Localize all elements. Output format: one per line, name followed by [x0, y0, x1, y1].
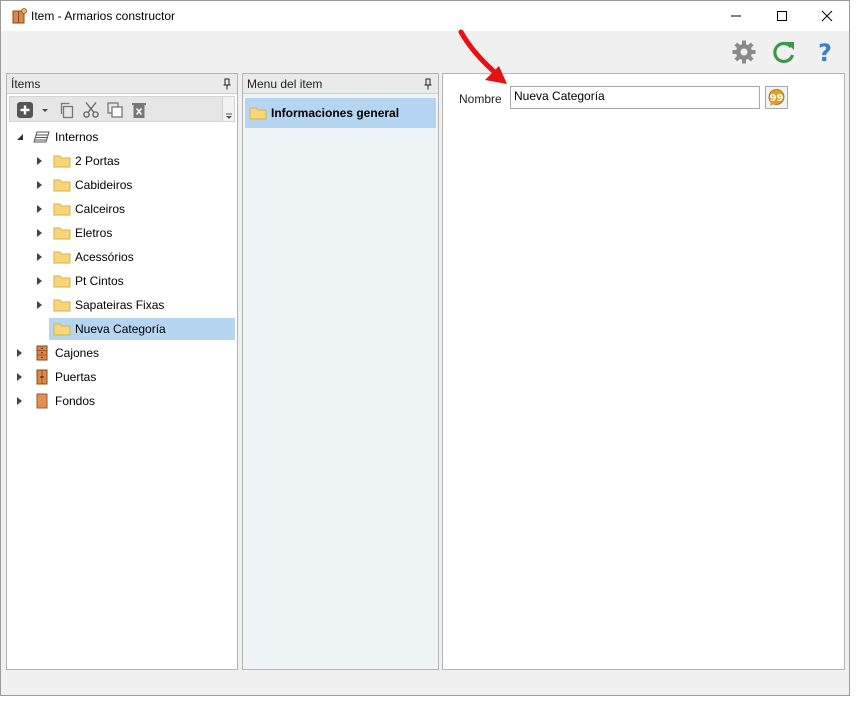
menu-item-informaciones-general[interactable]: Informaciones general	[245, 98, 436, 128]
tree-item[interactable]: Pt Cintos	[7, 270, 237, 292]
svg-text:99: 99	[770, 93, 784, 104]
folder-icon	[53, 299, 71, 312]
collapsed-arrow-icon[interactable]	[35, 252, 45, 262]
folder-icon	[249, 107, 267, 120]
tree-item[interactable]: Acessórios	[7, 246, 237, 268]
tree-item[interactable]: Internos	[7, 126, 237, 148]
tree-item[interactable]: Calceiros	[7, 198, 237, 220]
refresh-icon[interactable]	[771, 39, 797, 65]
annotation-arrow-icon	[458, 29, 507, 84]
tree-item-label: Nueva Categoría	[75, 322, 166, 336]
maximize-button[interactable]	[759, 1, 805, 31]
tree-item-label: Calceiros	[75, 202, 126, 216]
tree-item[interactable]: Eletros	[7, 222, 237, 244]
tree-item-label: Pt Cintos	[75, 274, 124, 288]
tree-item-label: Eletros	[75, 226, 113, 240]
collapsed-arrow-icon[interactable]	[35, 228, 45, 238]
folder-icon	[53, 275, 71, 288]
chevron-down-icon[interactable]	[40, 101, 50, 119]
tree-item-label: Acessórios	[75, 250, 134, 264]
folder-icon	[53, 227, 71, 240]
folder-icon	[53, 251, 71, 264]
items-panel: Ítems Internos 2 Portas Cabideiros Calce…	[6, 73, 238, 670]
minimize-button[interactable]	[713, 1, 759, 31]
help-icon[interactable]: ?	[812, 39, 838, 65]
nombre-input[interactable]: Nueva Categoría	[510, 86, 760, 109]
close-icon	[821, 10, 833, 22]
chevron-down-icon	[226, 113, 232, 119]
folder-icon	[53, 323, 71, 336]
tree-item-label: Fondos	[55, 394, 96, 408]
menu-panel: Menu del item Informaciones general	[242, 73, 439, 670]
collapsed-arrow-icon[interactable]	[35, 300, 45, 310]
panel-icon	[36, 393, 48, 409]
pin-icon[interactable]	[423, 78, 433, 90]
delete-icon[interactable]	[130, 101, 148, 119]
menu-panel-title: Menu del item	[247, 77, 323, 91]
window-title: Item - Armarios constructor	[31, 9, 176, 23]
menu-item-label: Informaciones general	[271, 106, 400, 120]
tree-item-label: Puertas	[55, 370, 97, 384]
toolbar-overflow[interactable]	[222, 97, 234, 121]
tree-item[interactable]: Cabideiros	[7, 174, 237, 196]
app-icon	[12, 8, 27, 24]
tree-item[interactable]: Sapateiras Fixas	[7, 294, 237, 316]
menu-panel-header: Menu del item	[243, 74, 438, 94]
tree-item[interactable]: 2 Portas	[7, 150, 237, 172]
collapsed-arrow-icon[interactable]	[15, 348, 25, 358]
translate-button[interactable]: 99	[765, 86, 788, 109]
cut-icon[interactable]	[82, 101, 100, 119]
expanded-arrow-icon[interactable]	[15, 132, 25, 142]
collapsed-arrow-icon[interactable]	[35, 156, 45, 166]
close-button[interactable]	[804, 1, 850, 31]
detail-panel: Nombre Nueva Categoría 99	[442, 73, 845, 670]
collapsed-arrow-icon[interactable]	[35, 180, 45, 190]
collapsed-arrow-icon[interactable]	[15, 372, 25, 382]
copy-icon[interactable]	[58, 101, 76, 119]
folder-icon	[53, 203, 71, 216]
gear-icon[interactable]	[731, 39, 757, 65]
tree-item[interactable]: Fondos	[7, 390, 237, 412]
title-bar: Item - Armarios constructor	[1, 1, 849, 31]
collapsed-arrow-icon[interactable]	[35, 204, 45, 214]
stack-icon	[33, 131, 50, 143]
tree-item[interactable]: Puertas	[7, 366, 237, 388]
collapsed-arrow-icon[interactable]	[15, 396, 25, 406]
items-panel-header: Ítems	[7, 74, 237, 94]
maximize-icon	[777, 11, 787, 21]
folder-icon	[53, 155, 71, 168]
main-toolbar: ?	[1, 31, 849, 71]
tree-item-label: Sapateiras Fixas	[75, 298, 165, 312]
folder-icon	[53, 179, 71, 192]
pin-icon[interactable]	[222, 78, 232, 90]
door-icon	[36, 369, 48, 385]
tree-item-selected[interactable]: Nueva Categoría	[7, 318, 237, 340]
tree-item-label: Internos	[55, 130, 99, 144]
collapsed-arrow-icon[interactable]	[35, 276, 45, 286]
tree-item-label: 2 Portas	[75, 154, 120, 168]
tree-item[interactable]: Cajones	[7, 342, 237, 364]
drawer-icon	[36, 345, 48, 361]
items-panel-title: Ítems	[11, 77, 41, 91]
minimize-icon	[731, 15, 741, 17]
tree-item-label: Cajones	[55, 346, 100, 360]
svg-text:?: ?	[818, 39, 832, 65]
duplicate-icon[interactable]	[106, 101, 124, 119]
items-toolbar	[9, 96, 235, 122]
tree-item-label: Cabideiros	[75, 178, 133, 192]
quote-bubble-icon: 99	[768, 89, 785, 106]
add-icon[interactable]	[16, 101, 34, 119]
window: Item - Armarios constructor ? Ítems Inte…	[0, 0, 850, 696]
